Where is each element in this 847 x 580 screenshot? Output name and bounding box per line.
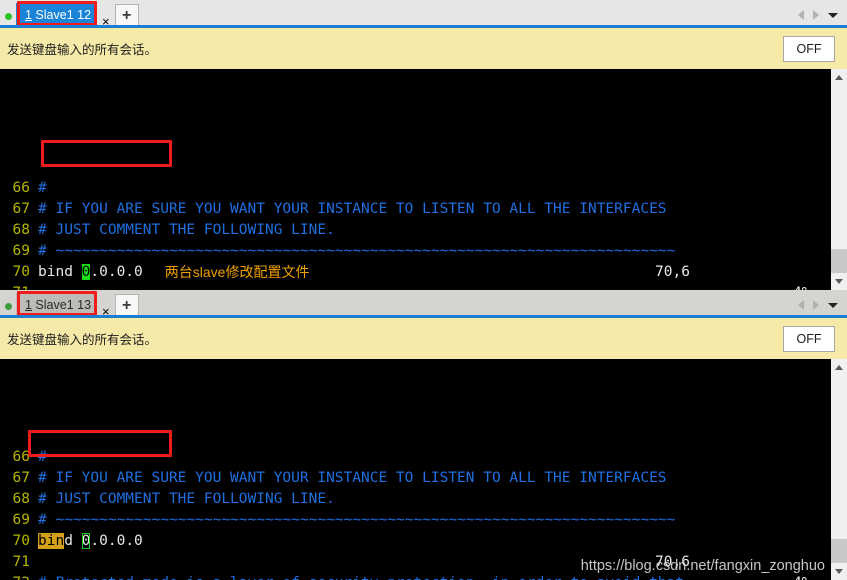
terminal-scrollbar-pane-2[interactable] [830, 359, 847, 580]
broadcast-toggle-button-pane-2[interactable]: OFF [783, 325, 835, 352]
tab-list-chevron-down-icon-pane-1[interactable] [828, 12, 838, 18]
scrollbar-track-pane-2[interactable] [831, 376, 847, 563]
line-content: # [38, 178, 47, 199]
scroll-tabs-right-icon-pane-2[interactable] [813, 300, 819, 310]
scrollbar-up-button-pane-2[interactable] [831, 359, 847, 376]
scrollbar-thumb-pane-1[interactable] [831, 249, 847, 273]
terminal-area-pane-2: 70,6 4% 66 #67 # IF YOU ARE SURE YOU WANT … [0, 359, 847, 580]
broadcast-notice-bar-pane-2: 发送键盘输入的所有会话。 OFF [0, 318, 847, 359]
broadcast-toggle-button-pane-1[interactable]: OFF [783, 35, 835, 62]
terminal-line: 72# Protected mode is a layer of securit… [0, 573, 830, 580]
tab-label-pane-2: 1 Slave1 13 [25, 298, 91, 312]
terminal-pane-1: 1 Slave1 12 × + 发送键盘输入的所有会话。 OFF 70,6 66… [0, 0, 847, 290]
code-span-plain: .0.0.0 [90, 264, 143, 280]
broadcast-notice-text-pane-2: 发送键盘输入的所有会话。 [7, 333, 158, 347]
line-number: 67 [12, 201, 30, 217]
vim-status-line-pane-1: 70,6 4% [0, 241, 830, 290]
chevron-up-icon-pane-1 [835, 75, 843, 80]
code-span-comment: # Protected mode is a layer of security … [38, 575, 684, 580]
code-span-comment: # [38, 449, 47, 465]
line-number: 68 [12, 491, 30, 507]
tab-close-icon-pane-1[interactable]: × [102, 15, 110, 28]
line-content: # JUST COMMENT THE FOLLOWING LINE. [38, 220, 335, 241]
code-span-comment: # JUST COMMENT THE FOLLOWING LINE. [38, 491, 335, 507]
broadcast-notice-bar-pane-1: 发送键盘输入的所有会话。 OFF [0, 28, 847, 69]
broadcast-notice-text-pane-1: 发送键盘输入的所有会话。 [7, 43, 158, 57]
tab-close-icon-pane-2[interactable]: × [102, 305, 110, 318]
line-number: 68 [12, 222, 30, 238]
chevron-down-icon-pane-2 [835, 569, 843, 574]
vim-scroll-percent-pane-2: 4% [793, 573, 810, 580]
chevron-up-icon-pane-2 [835, 365, 843, 370]
terminal-area-pane-1: 70,6 4% 66 #67 # IF YOU ARE SURE YOU WANT … [0, 69, 847, 290]
line-number: 66 [12, 449, 30, 465]
terminal-line: 67 # IF YOU ARE SURE YOU WANT YOUR INSTAN… [0, 468, 830, 489]
tab-list-chevron-down-icon-pane-2[interactable] [828, 302, 838, 308]
scroll-tabs-left-icon-pane-2[interactable] [798, 300, 804, 310]
tab-slave1-12[interactable]: 1 Slave1 12 [16, 3, 96, 27]
line-content: # [38, 447, 47, 468]
connection-status-dot-pane-2 [5, 303, 12, 310]
terminal-line: 71 [0, 552, 830, 573]
terminal-output-pane-1[interactable]: 70,6 4% 66 #67 # IF YOU ARE SURE YOU WANT … [0, 69, 830, 290]
line-number: 67 [12, 470, 30, 486]
scrollbar-thumb-pane-2[interactable] [831, 539, 847, 563]
tab-accel-key-pane-2: 1 [25, 298, 32, 312]
tab-slave1-13[interactable]: 1 Slave1 13 [16, 293, 96, 317]
scroll-tabs-right-icon-pane-1[interactable] [813, 10, 819, 20]
vim-scroll-percent-pane-1: 4% [793, 283, 810, 290]
bind-line-highlight-box-pane-1 [41, 140, 172, 167]
line-content: # Protected mode is a layer of security … [38, 573, 684, 580]
code-span-comment: # JUST COMMENT THE FOLLOWING LINE. [38, 222, 335, 238]
chevron-down-icon-pane-1 [835, 279, 843, 284]
line-content: # IF YOU ARE SURE YOU WANT YOUR INSTANCE… [38, 468, 667, 489]
tab-nav-controls-pane-1 [798, 10, 838, 28]
tab-title-pane-2: Slave1 13 [31, 298, 92, 312]
tab-title-pane-1: Slave1 12 [31, 8, 92, 22]
scrollbar-down-button-pane-2[interactable] [831, 563, 847, 580]
vim-status-line-pane-2: 70,6 4% [0, 531, 830, 580]
terminal-line: 70 bind 0.0.0.0 两台slave修改配置文件 [0, 262, 830, 283]
terminal-line: 66 # [0, 178, 830, 199]
vim-cursor-position-pane-1: 70,6 [655, 264, 690, 280]
new-tab-button-pane-1[interactable]: + [114, 4, 139, 27]
terminal-output-pane-2[interactable]: 70,6 4% 66 #67 # IF YOU ARE SURE YOU WANT … [0, 359, 830, 580]
code-span-comment: # ~~~~~~~~~~~~~~~~~~~~~~~~~~~~~~~~~~~~~~… [38, 512, 676, 528]
line-content: # IF YOU ARE SURE YOU WANT YOUR INSTANCE… [38, 199, 667, 220]
line-number: 69 [12, 512, 30, 528]
terminal-line: 68 # JUST COMMENT THE FOLLOWING LINE. [0, 220, 830, 241]
terminal-line: 69 # ~~~~~~~~~~~~~~~~~~~~~~~~~~~~~~~~~~~~… [0, 510, 830, 531]
code-span-comment: # [38, 180, 47, 196]
terminal-line: 71 [0, 283, 830, 290]
tab-nav-controls-pane-2 [798, 300, 838, 318]
scrollbar-track-pane-1[interactable] [831, 86, 847, 273]
terminal-scrollbar-pane-1[interactable] [830, 69, 847, 290]
scrollbar-down-button-pane-1[interactable] [831, 273, 847, 290]
tab-bar-pane-1: 1 Slave1 12 × + [0, 0, 847, 28]
inline-annotation: 两台slave修改配置文件 [164, 264, 310, 280]
line-content: # ~~~~~~~~~~~~~~~~~~~~~~~~~~~~~~~~~~~~~~… [38, 510, 675, 531]
terminal-line: 67 # IF YOU ARE SURE YOU WANT YOUR INSTAN… [0, 199, 830, 220]
terminal-multiplexer-window: 1 Slave1 12 × + 发送键盘输入的所有会话。 OFF 70,6 66… [0, 0, 847, 580]
code-span-comment: # IF YOU ARE SURE YOU WANT YOUR INSTANCE… [38, 201, 667, 217]
connection-status-dot-pane-1 [5, 13, 12, 20]
new-tab-button-pane-2[interactable]: + [114, 294, 139, 317]
tab-bar-pane-2: 1 Slave1 13 × + [0, 290, 847, 318]
scroll-tabs-left-icon-pane-1[interactable] [798, 10, 804, 20]
scrollbar-up-button-pane-1[interactable] [831, 69, 847, 86]
code-span-comment: # IF YOU ARE SURE YOU WANT YOUR INSTANCE… [38, 470, 667, 486]
terminal-line: 68 # JUST COMMENT THE FOLLOWING LINE. [0, 489, 830, 510]
tab-label-pane-1: 1 Slave1 12 [25, 8, 91, 22]
tab-accel-key-pane-1: 1 [25, 8, 32, 22]
line-content: # JUST COMMENT THE FOLLOWING LINE. [38, 489, 335, 510]
terminal-pane-2: 1 Slave1 13 × + 发送键盘输入的所有会话。 OFF 70,6 66… [0, 290, 847, 580]
vim-cursor-position-pane-2: 70,6 [655, 554, 690, 570]
terminal-line: 66 # [0, 447, 830, 468]
line-number: 66 [12, 180, 30, 196]
